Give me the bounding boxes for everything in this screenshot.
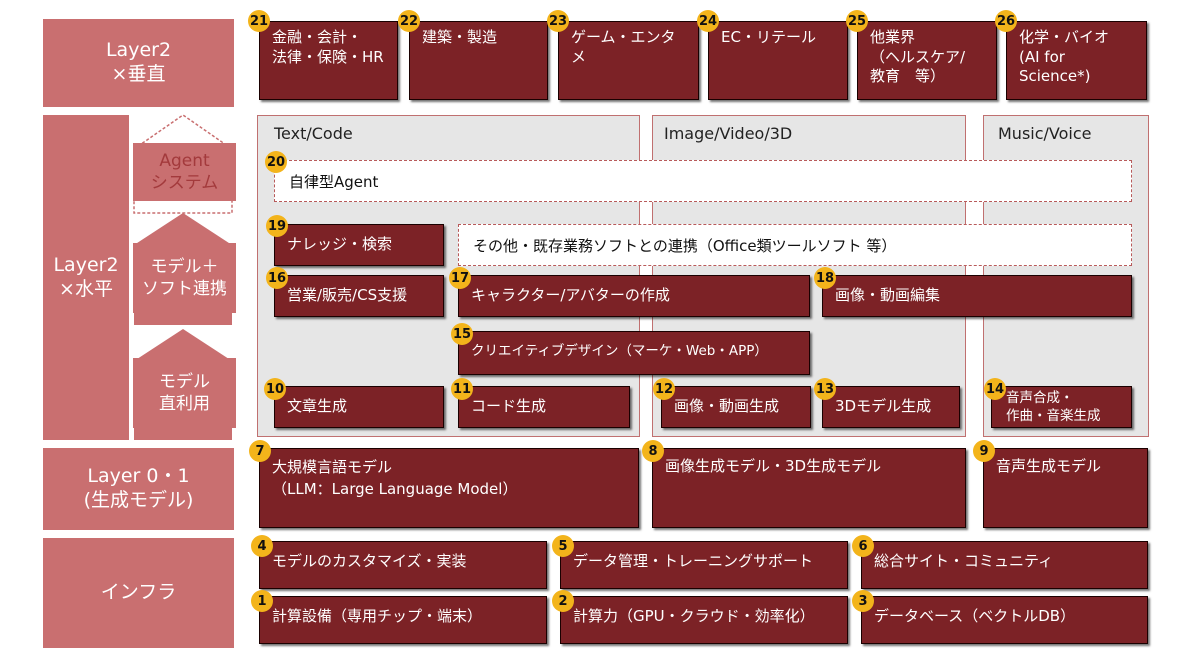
industry-finance-box: 金融・会計・ 法律・保険・HR (259, 21, 398, 100)
voice-model-box: 音声生成モデル (983, 448, 1148, 528)
layer2-vertical-label: Layer2 ×垂直 (43, 19, 234, 107)
sales-support-box: 営業/販売/CS支援 (274, 275, 444, 317)
badge-10: 10 (264, 378, 286, 400)
layer01-label: Layer 0・1 (生成モデル) (43, 448, 234, 530)
layer2-horizontal-label: Layer2 ×水平 (43, 115, 129, 440)
data-management-box: データ管理・トレーニングサポート (560, 541, 848, 589)
code-generation-box: コード生成 (458, 386, 630, 428)
badge-8: 8 (642, 440, 664, 462)
badge-24: 24 (697, 10, 719, 32)
infra-label: インフラ (43, 538, 234, 648)
badge-20: 20 (265, 151, 287, 173)
portal-community-box: 総合サイト・コミュニティ (861, 541, 1148, 589)
badge-16: 16 (266, 267, 288, 289)
badge-3: 3 (852, 590, 874, 612)
badge-21: 21 (248, 10, 270, 32)
badge-14: 14 (984, 378, 1006, 400)
badge-18: 18 (814, 267, 836, 289)
llm-box: 大規模言語モデル （LLM：Large Language Model） (259, 448, 639, 528)
badge-9: 9 (973, 440, 995, 462)
column-title-image: Image/Video/3D (664, 124, 793, 143)
badge-6: 6 (852, 535, 874, 557)
industry-game-box: ゲーム・エンタメ (558, 21, 699, 100)
model-customize-box: モデルのカスタマイズ・実装 (259, 541, 547, 589)
creative-design-box: クリエイティブデザイン（マーケ・Web・APP） (458, 331, 810, 375)
badge-5: 5 (552, 535, 574, 557)
column-title-text: Text/Code (274, 124, 353, 143)
badge-13: 13 (814, 378, 836, 400)
agent-box: 自律型Agent (274, 160, 1132, 202)
model-soft-label: モデル＋ ソフト連携 (133, 243, 236, 313)
knowledge-search-box: ナレッジ・検索 (274, 224, 444, 266)
badge-1: 1 (251, 590, 273, 612)
model-direct-label: モデル 直利用 (133, 358, 236, 428)
image-3d-model-box: 画像生成モデル・3D生成モデル (652, 448, 966, 528)
badge-19: 19 (266, 215, 288, 237)
column-title-music: Music/Voice (998, 124, 1092, 143)
3d-model-generation-box: 3Dモデル生成 (822, 386, 960, 428)
agent-system-label: Agent システム (133, 143, 236, 201)
text-generation-box: 文章生成 (274, 386, 444, 428)
badge-22: 22 (398, 10, 420, 32)
badge-12: 12 (653, 378, 675, 400)
badge-15: 15 (451, 323, 473, 345)
character-avatar-box: キャラクター/アバターの作成 (458, 275, 810, 317)
badge-11: 11 (451, 378, 473, 400)
badge-25: 25 (846, 10, 868, 32)
industry-other-box: 他業界 （ヘルスケア/ 教育 等） (857, 21, 997, 100)
other-soft-box: その他・既存業務ソフトとの連携（Office類ツールソフト 等） (458, 224, 1132, 266)
image-generation-box: 画像・動画生成 (661, 386, 811, 428)
database-box: データベース（ベクトルDB） (861, 596, 1148, 644)
industry-science-box: 化学・バイオ (AI for Science*) (1006, 21, 1147, 100)
badge-4: 4 (251, 535, 273, 557)
image-edit-box: 画像・動画編集 (822, 275, 1132, 317)
industry-ec-box: EC・リテール (708, 21, 848, 100)
badge-26: 26 (995, 10, 1017, 32)
badge-7: 7 (249, 440, 271, 462)
badge-2: 2 (552, 590, 574, 612)
compute-equipment-box: 計算設備（専用チップ・端末） (259, 596, 547, 644)
badge-17: 17 (449, 267, 471, 289)
badge-23: 23 (547, 10, 569, 32)
industry-construction-box: 建築・製造 (409, 21, 548, 100)
voice-music-generation-box: 音声合成・ 作曲・音楽生成 (991, 386, 1132, 428)
compute-power-box: 計算力（GPU・クラウド・効率化） (560, 596, 848, 644)
